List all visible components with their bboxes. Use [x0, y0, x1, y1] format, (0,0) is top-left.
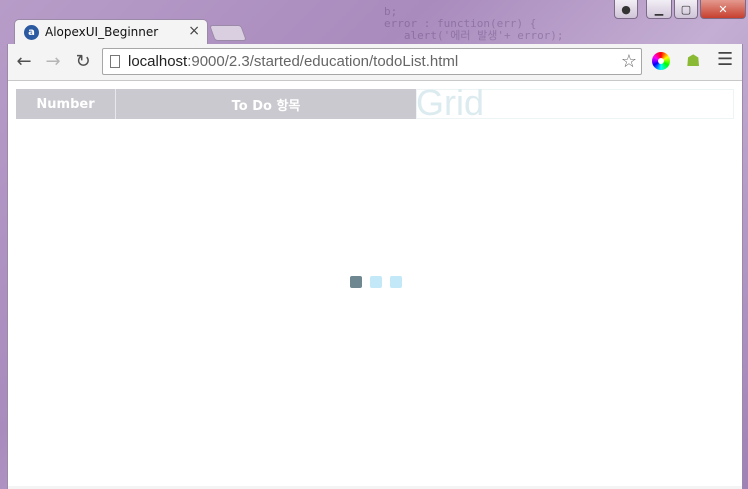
grid-header: Number To Do 항목: [16, 89, 416, 119]
loading-dot: [350, 276, 362, 288]
url-path: :9000/2.3/started/education/todoList.htm…: [187, 53, 459, 70]
menu-icon[interactable]: ☰: [717, 49, 733, 70]
loading-indicator: [350, 276, 402, 288]
color-wheel-extension-icon[interactable]: [652, 52, 670, 70]
bookmark-star-icon[interactable]: ☆: [621, 51, 637, 72]
browser-tab[interactable]: a AlopexUI_Beginner ×: [14, 19, 208, 45]
url-host: localhost: [128, 53, 188, 70]
url-text[interactable]: localhost:9000/2.3/started/education/tod…: [128, 53, 458, 70]
profile-icon[interactable]: ●: [614, 0, 638, 19]
loading-dot: [370, 276, 382, 288]
address-bar[interactable]: localhost:9000/2.3/started/education/tod…: [102, 48, 642, 75]
browser-window: ← → ↻ localhost:9000/2.3/started/educati…: [7, 44, 743, 489]
column-header-number[interactable]: Number: [16, 89, 116, 119]
tab-title: AlopexUI_Beginner: [45, 25, 159, 39]
grid-watermark: Grid: [416, 82, 485, 123]
forward-button[interactable]: →: [41, 50, 65, 74]
window-controls: ● ▁ ▢ ✕: [614, 0, 746, 20]
reload-button[interactable]: ↻: [71, 50, 95, 74]
back-button[interactable]: ←: [12, 50, 36, 74]
column-header-todo[interactable]: To Do 항목: [116, 89, 416, 119]
browser-toolbar: ← → ↻ localhost:9000/2.3/started/educati…: [8, 44, 742, 80]
page-viewport: Number To Do 항목 Grid: [8, 80, 742, 486]
close-tab-icon[interactable]: ×: [188, 23, 200, 39]
close-window-button[interactable]: ✕: [700, 0, 746, 19]
minimize-button[interactable]: ▁: [646, 0, 672, 19]
android-extension-icon[interactable]: ☗: [686, 51, 700, 70]
favicon-icon: a: [24, 25, 39, 40]
new-tab-button[interactable]: [209, 25, 247, 41]
loading-dot: [390, 276, 402, 288]
background-code-line: alert('에러 발생'+ error);: [384, 29, 564, 42]
maximize-button[interactable]: ▢: [674, 0, 698, 19]
page-icon: [110, 55, 120, 68]
